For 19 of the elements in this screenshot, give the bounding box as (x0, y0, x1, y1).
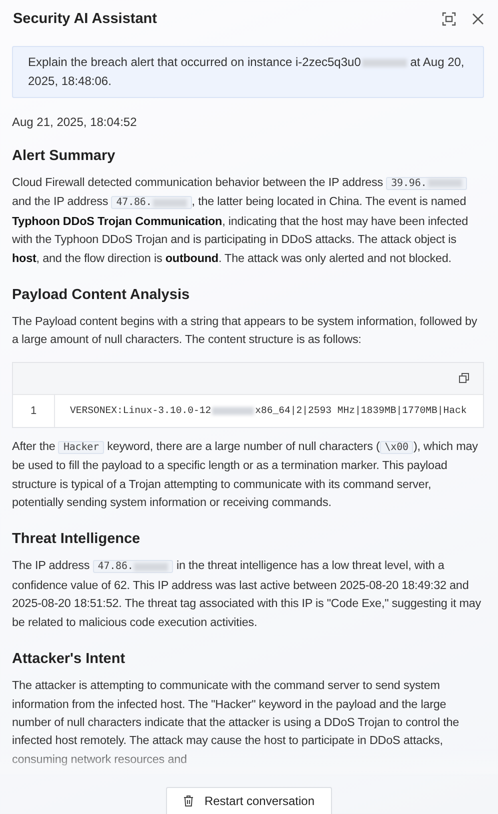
fullscreen-icon[interactable] (442, 12, 456, 26)
window-title: Security AI Assistant (13, 11, 158, 27)
question-message: Explain the breach alert that occurred on instance i-2zec5q3u0 at Aug 20, 2025, 18:48:06. (12, 46, 484, 98)
line-number: 1 (13, 394, 55, 427)
section-heading: Threat Intelligence (12, 531, 142, 548)
section-heading: Payload Content Analysis (12, 287, 191, 304)
trash-icon (183, 795, 194, 807)
paragraph: After the Hacker keyword, there are a large number of null characters ( \x00 ), which may be used to fill the payload to a specific length or as a termination marker. This payload structure is typical of a Trojan attempting to communicate with its command server, potentially sending system information or receiving commands. (12, 438, 479, 512)
paragraph: The IP address 47.86. in the threat intelligence has a low threat level, with a confidence value of 62. This IP address was last active between 2025-08-20 18:49:32 and 2025-08-20 18:51:52. The threat tag associated with this IP is "Code Exe," suggesting it may be related to malicious code execution activities. (12, 558, 482, 631)
close-icon[interactable] (472, 13, 484, 25)
section-heading: Attacker's Intent (12, 651, 126, 668)
paragraph: Cloud Firewall detected communication behavior between the IP address 39.96. and the IP address 47.86. , the latter being located in China. The event is named Typhoon DDoS Trojan Communication, indicating that the host may have been infected with the Typhoon DDoS Trojan and is participating in DDoS attacks. The attack object is host, and the flow direction is outbound. The attack was only alerted and not blocked. (12, 175, 470, 267)
paragraph: The attacker is attempting to communicate with the command server to send system information from the infected host. The "Hacker" keyword in the payload and the large number of null characters indicate that the attacker is using a DDoS Trojan to control the infected host remotely. The attack may cause the host to participate in DDoS attacks, consuming network resources and (12, 678, 460, 768)
section-heading: Alert Summary (12, 148, 116, 164)
paragraph: The Payload content begins with a string that appears to be system information, followed by a large amount of null characters. The content structure is as follows: (12, 314, 478, 348)
copy-icon[interactable] (459, 373, 469, 384)
timestamp: Aug 21, 2025, 18:04:52 (12, 115, 138, 129)
code-line: VERSONEX:Linux-3.10.0-12 x86_64|2|2593 MHz|1839MB|1770MB|Hack (69, 404, 467, 418)
restart-button[interactable]: Restart conversation (166, 787, 332, 814)
